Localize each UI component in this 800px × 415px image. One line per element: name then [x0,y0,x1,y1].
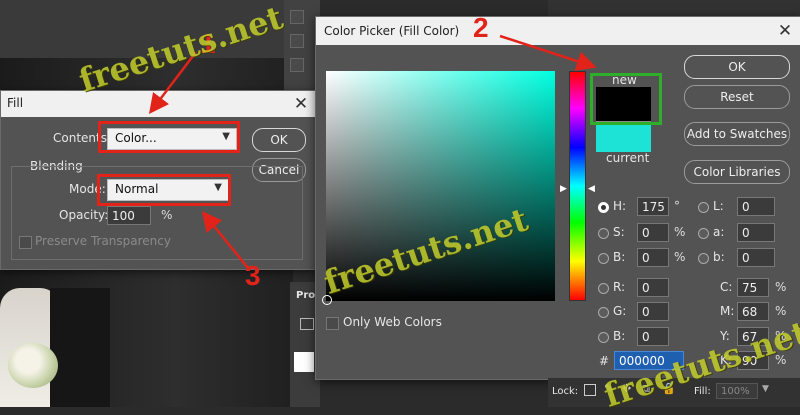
arrow-step-2 [499,34,597,71]
arrow-step-3 [201,211,249,269]
